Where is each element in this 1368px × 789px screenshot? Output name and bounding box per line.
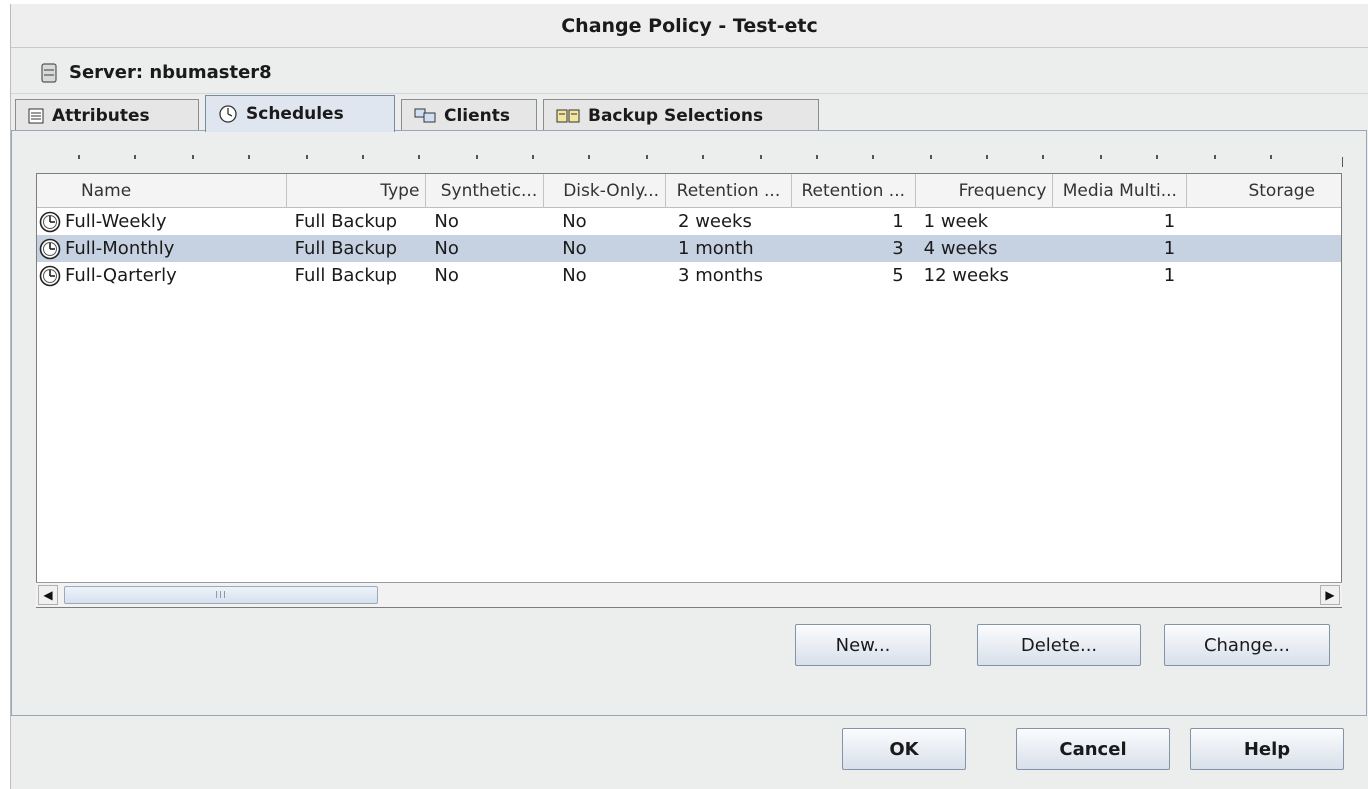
schedule-retention: 1 month — [678, 238, 754, 259]
column-header-media-multiplexing[interactable]: Media Multi... — [1053, 174, 1188, 208]
tab-clients-label: Clients — [444, 105, 511, 126]
cancel-button[interactable]: Cancel — [1016, 728, 1170, 770]
column-header-type[interactable]: Type — [287, 174, 427, 208]
column-header-name[interactable]: Name — [37, 174, 287, 208]
schedule-disk-only: No — [562, 238, 587, 259]
schedule-disk-only: No — [562, 265, 587, 286]
schedule-media-multiplexing: 1 — [1163, 238, 1176, 259]
tab-backup-selections[interactable]: Backup Selections — [543, 99, 819, 131]
schedule-synthetic: No — [434, 211, 459, 232]
new-schedule-button[interactable]: New... — [795, 624, 931, 666]
schedule-media-multiplexing: 1 — [1163, 211, 1176, 232]
table-row-selected[interactable]: Full-Monthly Full Backup No No 1 month 3… — [37, 235, 1341, 262]
schedule-storage — [1187, 208, 1341, 235]
scroll-left-button[interactable]: ◀ — [38, 585, 58, 605]
horizontal-scrollbar[interactable]: ◀ III ▶ — [36, 582, 1342, 607]
server-icon — [41, 62, 57, 83]
scroll-right-button[interactable]: ▶ — [1320, 585, 1340, 605]
schedules-panel: Name Type Synthetic... Disk-Only... Rete… — [11, 130, 1367, 716]
column-header-storage[interactable]: Storage — [1187, 174, 1341, 208]
change-policy-dialog: Change Policy - Test-etc Server: nbumast… — [10, 4, 1368, 789]
tab-attributes[interactable]: Attributes — [15, 99, 199, 131]
schedule-type: Full Backup — [294, 211, 398, 232]
schedule-retention: 3 months — [678, 265, 763, 286]
schedule-frequency: 4 weeks — [923, 238, 998, 259]
schedule-storage — [1187, 235, 1341, 262]
schedule-frequency: 1 week — [923, 211, 989, 232]
schedule-name: Full-Monthly — [65, 238, 175, 259]
scrollbar-thumb[interactable]: III — [64, 586, 378, 604]
schedule-type: Full Backup — [294, 265, 398, 286]
schedule-name: Full-Weekly — [65, 211, 167, 232]
tab-backup-selections-label: Backup Selections — [588, 105, 764, 126]
schedule-synthetic: No — [434, 238, 459, 259]
column-ruler — [52, 155, 1352, 167]
schedule-retention: 2 weeks — [678, 211, 752, 232]
server-label: Server: nbumaster8 — [69, 62, 272, 83]
delete-schedule-button[interactable]: Delete... — [977, 624, 1141, 666]
column-header-retention-level[interactable]: Retention ... — [792, 174, 916, 208]
attributes-icon — [28, 108, 44, 124]
tab-attributes-label: Attributes — [52, 105, 150, 126]
schedule-storage — [1187, 262, 1341, 289]
tab-schedules[interactable]: Schedules — [205, 95, 395, 132]
clock-icon — [39, 211, 61, 233]
schedule-media-multiplexing: 1 — [1163, 265, 1176, 286]
schedule-disk-only: No — [562, 211, 587, 232]
scroll-left-arrow-icon: ◀ — [43, 588, 53, 602]
schedule-frequency: 12 weeks — [923, 265, 1009, 286]
change-schedule-button[interactable]: Change... — [1164, 624, 1330, 666]
tab-clients[interactable]: Clients — [401, 99, 537, 131]
table-row[interactable]: Full-Qarterly Full Backup No No 3 months… — [37, 262, 1341, 289]
tab-schedules-label: Schedules — [246, 104, 344, 124]
ok-button[interactable]: OK — [842, 728, 966, 770]
column-header-retention[interactable]: Retention ... — [666, 174, 792, 208]
scroll-right-arrow-icon: ▶ — [1325, 588, 1335, 602]
schedule-name: Full-Qarterly — [65, 265, 177, 286]
backup-selections-icon — [556, 108, 580, 124]
schedule-retention-level: 1 — [892, 211, 904, 232]
help-button[interactable]: Help — [1190, 728, 1344, 770]
table-header: Name Type Synthetic... Disk-Only... Rete… — [37, 174, 1341, 208]
schedule-retention-level: 5 — [892, 265, 904, 286]
column-header-disk-only[interactable]: Disk-Only... — [544, 174, 667, 208]
clock-icon — [39, 265, 61, 287]
schedules-table[interactable]: Name Type Synthetic... Disk-Only... Rete… — [36, 173, 1342, 608]
dialog-title: Change Policy - Test-etc — [11, 4, 1368, 48]
schedule-type: Full Backup — [294, 238, 398, 259]
server-bar: Server: nbumaster8 — [11, 52, 1368, 94]
schedule-synthetic: No — [434, 265, 459, 286]
schedule-retention-level: 3 — [892, 238, 904, 259]
scrollbar-grip-icon: III — [215, 589, 227, 601]
schedules-icon — [218, 104, 238, 124]
table-row[interactable]: Full-Weekly Full Backup No No 2 weeks 1 … — [37, 208, 1341, 235]
clock-icon — [39, 238, 61, 260]
column-header-synthetic[interactable]: Synthetic... — [426, 174, 545, 208]
column-header-frequency[interactable]: Frequency — [916, 174, 1054, 208]
clients-icon — [414, 108, 436, 124]
